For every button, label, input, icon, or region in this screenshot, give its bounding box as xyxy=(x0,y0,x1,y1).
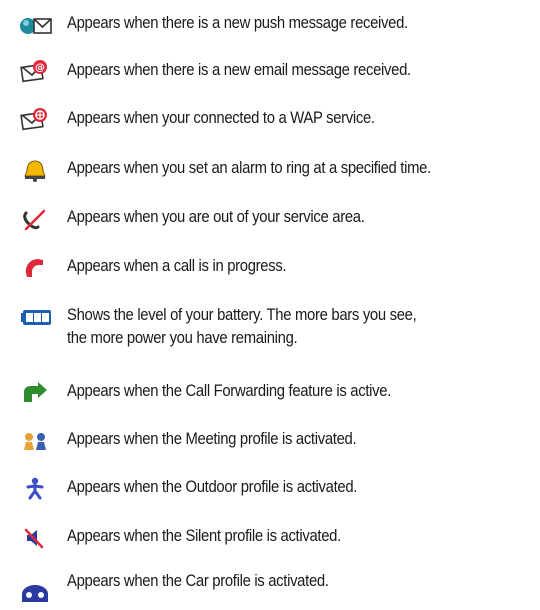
legend-item-text: Appears when there is a new push message… xyxy=(67,12,490,35)
legend-item-text: Appears when the Outdoor profile is acti… xyxy=(67,476,490,499)
legend-item-description: Appears when the Car profile is activate… xyxy=(67,572,329,590)
legend-item-text: Appears when there is a new email messag… xyxy=(67,59,490,82)
legend-item-text: Appears when the Call Forwarding feature… xyxy=(67,380,490,403)
meeting-profile-icon xyxy=(18,428,52,454)
legend-item-description: Shows the level of your battery. The mor… xyxy=(67,306,417,324)
legend-item-description: Appears when there is a new push message… xyxy=(67,14,408,32)
legend-item-description: Appears when the Silent profile is activ… xyxy=(67,527,341,545)
battery-level-icon xyxy=(18,305,52,331)
silent-profile-icon xyxy=(18,525,52,551)
legend-item-text: Appears when you are out of your service… xyxy=(67,206,490,229)
legend-item-text: Appears when the Silent profile is activ… xyxy=(67,525,490,548)
icon-legend-page: { "items": [ {"icon": "push-message-icon… xyxy=(0,0,540,610)
legend-item-description: Appears when a call is in progress. xyxy=(67,257,287,275)
legend-item-description: Appears when you set an alarm to ring at… xyxy=(67,159,431,177)
legend-item-text: Appears when the Meeting profile is acti… xyxy=(67,428,490,451)
legend-item-description: Appears when the Call Forwarding feature… xyxy=(67,382,392,400)
email-message-icon: @ xyxy=(18,58,52,84)
alarm-bell-icon xyxy=(18,157,52,183)
push-message-icon xyxy=(18,13,52,39)
wap-service-icon xyxy=(18,106,52,132)
legend-item-description: Appears when the Outdoor profile is acti… xyxy=(67,478,358,496)
call-in-progress-icon xyxy=(18,255,52,281)
car-profile-icon xyxy=(18,578,52,604)
legend-item-description: Appears when your connected to a WAP ser… xyxy=(67,109,375,127)
legend-item-text: Shows the level of your battery. The mor… xyxy=(67,304,490,350)
legend-item-text: Appears when you set an alarm to ring at… xyxy=(67,157,490,180)
legend-item-description: Appears when you are out of your service… xyxy=(67,208,365,226)
svg-text:@: @ xyxy=(35,63,45,74)
legend-item-text: Appears when your connected to a WAP ser… xyxy=(67,107,490,130)
legend-item-description-continued: the more power you have remaining. xyxy=(67,329,298,347)
no-service-icon xyxy=(18,207,52,233)
legend-item-description: Appears when the Meeting profile is acti… xyxy=(67,430,357,448)
legend-item-description: Appears when there is a new email messag… xyxy=(67,61,411,79)
call-forwarding-icon xyxy=(18,380,52,406)
legend-item-text: Appears when a call is in progress. xyxy=(67,255,490,278)
outdoor-profile-icon xyxy=(18,476,52,502)
legend-item-text: Appears when the Car profile is activate… xyxy=(67,570,490,593)
